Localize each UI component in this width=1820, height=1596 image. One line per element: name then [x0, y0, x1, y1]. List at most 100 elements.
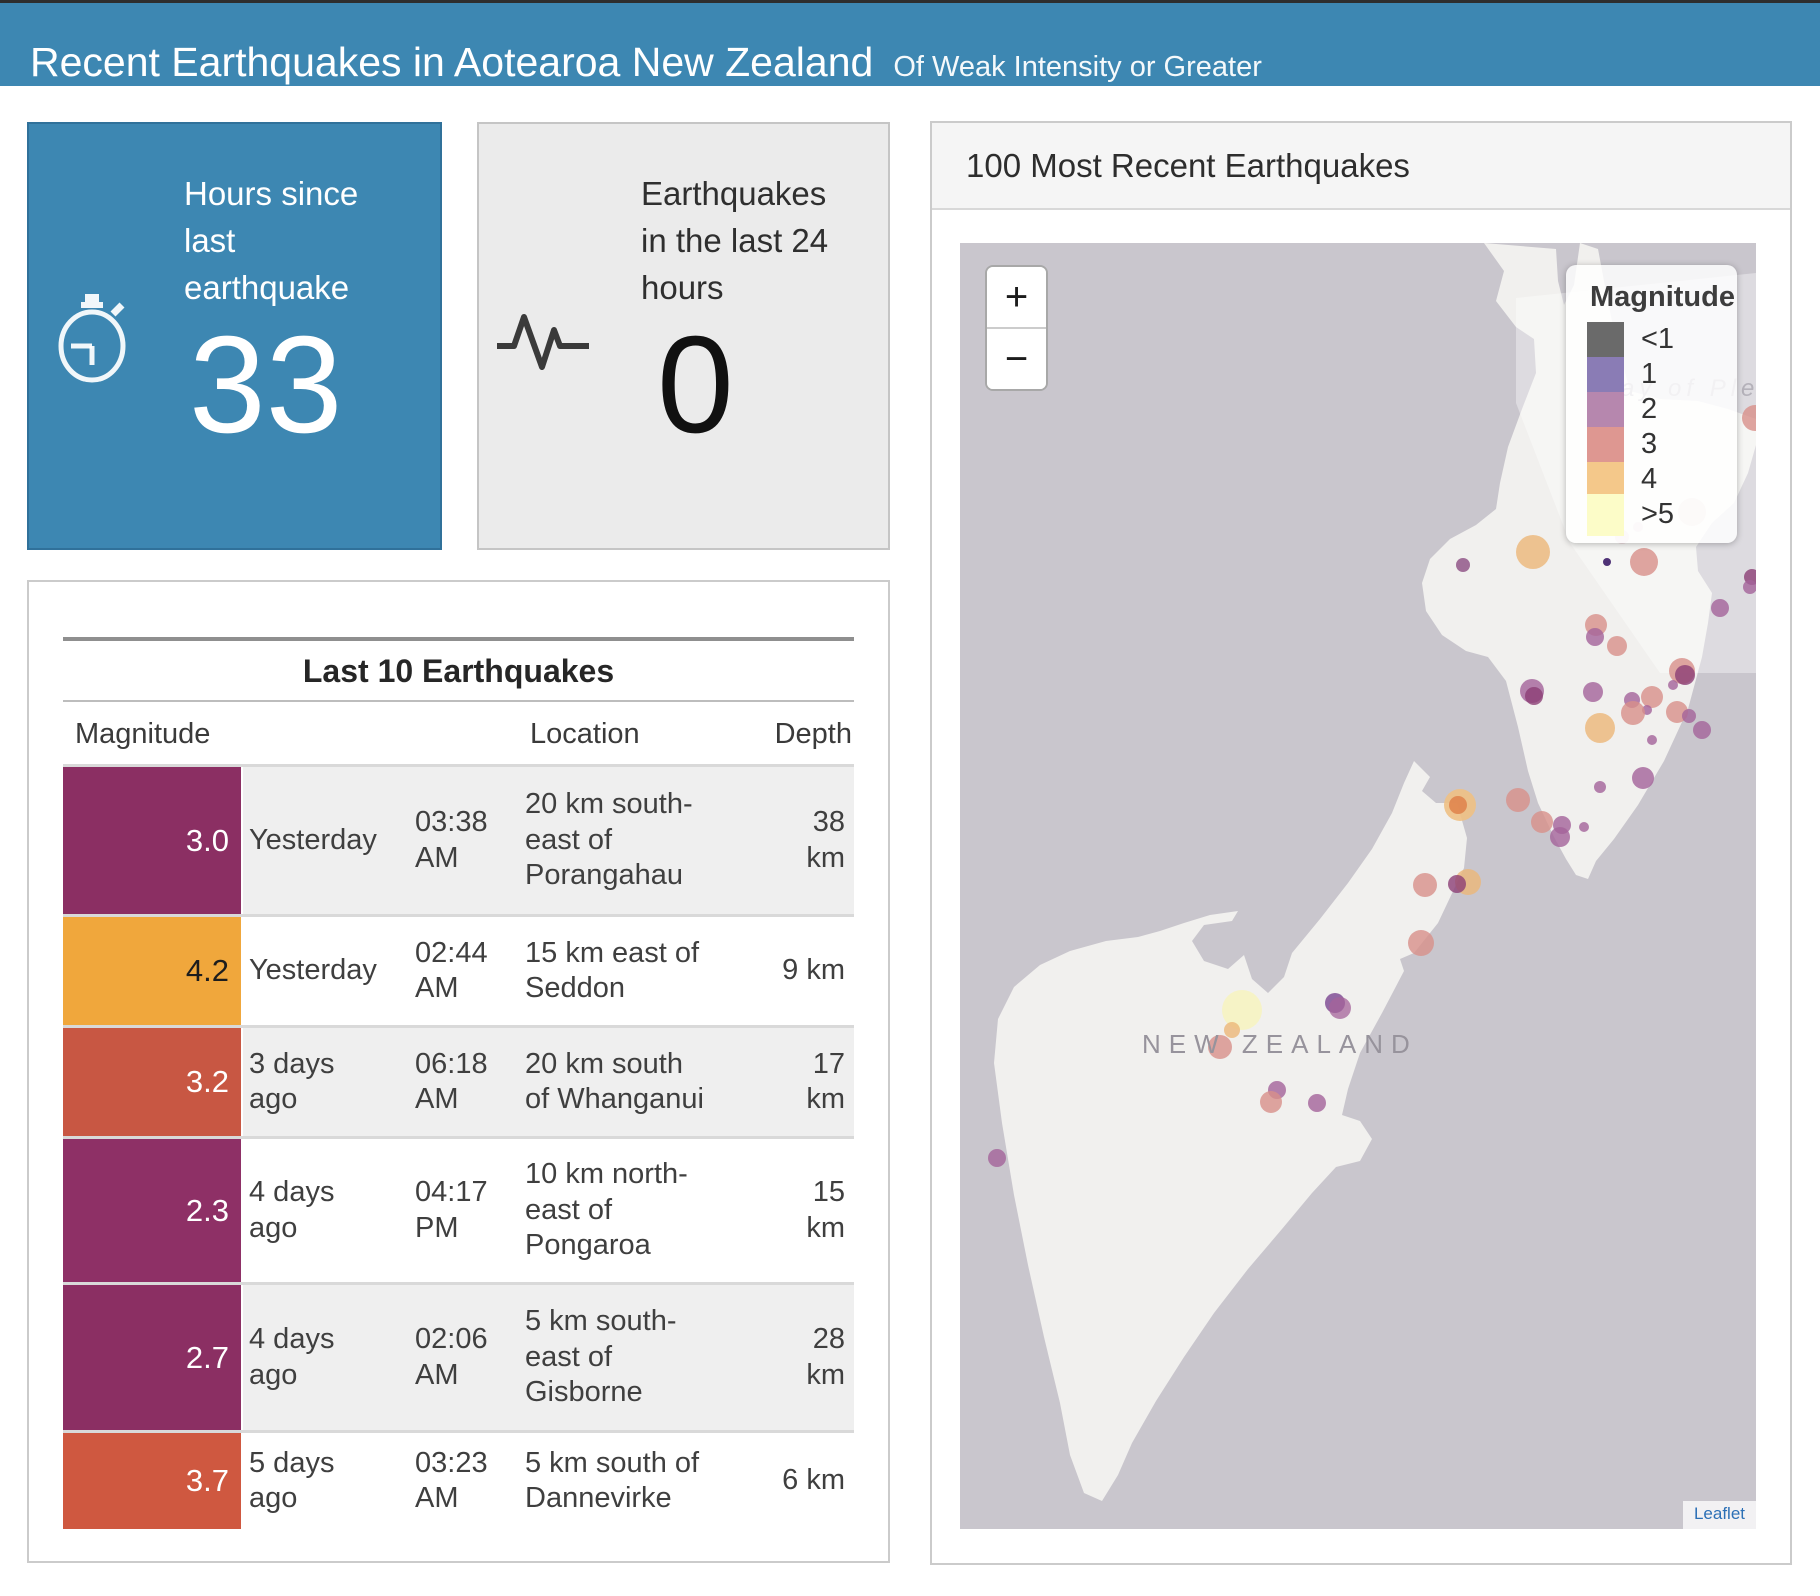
quake-marker[interactable] [1621, 701, 1645, 725]
quake-marker[interactable] [1531, 811, 1553, 833]
quake-marker[interactable] [1675, 665, 1695, 685]
quake-marker[interactable] [1449, 796, 1467, 814]
legend-item: 3 [1587, 427, 1737, 462]
hours-since-label: Hours since last earthquake [184, 170, 389, 312]
recent-earthquakes-map-panel: 100 Most Recent Earthquakes Bay of Plent… [930, 121, 1792, 1565]
last-10-earthquakes-panel: Last 10 Earthquakes Magnitude Location D… [27, 580, 890, 1563]
cell-depth: 38 km [753, 767, 845, 914]
quake-marker[interactable] [1506, 788, 1530, 812]
cell-time: 02:44 AM [415, 917, 525, 1025]
cell-loc: 5 km south of Dannevirke [525, 1433, 753, 1529]
legend-items: <11234>5 [1566, 322, 1737, 532]
zoom-out-button[interactable]: − [987, 329, 1046, 389]
column-header-location: Location [530, 718, 640, 751]
cell-time: 03:38 AM [415, 805, 511, 876]
legend-swatch [1587, 427, 1624, 462]
cell-date: Yesterday [249, 823, 377, 858]
earthquake-dashboard: Recent Earthquakes in Aotearoa New Zeala… [0, 0, 1820, 1596]
cell-time: 04:17 PM [415, 1175, 511, 1246]
cell-date: 3 days ago [243, 1028, 415, 1136]
quake-marker[interactable] [1516, 535, 1550, 569]
cell-depth: 17 km [753, 1028, 845, 1136]
legend-label: 4 [1641, 463, 1657, 496]
quake-marker[interactable] [1550, 827, 1570, 847]
cell-date: 4 days ago [243, 1285, 415, 1430]
cell-time: 03:23 AM [415, 1446, 511, 1517]
quake-marker[interactable] [1693, 721, 1711, 739]
cell-time: 06:18 AM [415, 1047, 511, 1118]
cell-mag: 3.7 [63, 1433, 243, 1529]
legend-label: <1 [1641, 323, 1674, 356]
cell-time: 04:17 PM [415, 1139, 525, 1282]
quake-marker[interactable] [1408, 930, 1434, 956]
cell-date: Yesterday [243, 917, 415, 1025]
page-subtitle: Of Weak Intensity or Greater [893, 51, 1262, 84]
cell-time: 02:44 AM [415, 936, 511, 1007]
seismic-pulse-icon [497, 310, 589, 379]
earthquake-row: 3.7 5 days ago 03:23 AM5 km south of Danne… [63, 1430, 854, 1529]
cell-depth: 9 km [782, 953, 845, 988]
leaflet-link[interactable]: Leaflet [1694, 1504, 1745, 1523]
column-header-depth: Depth [775, 718, 852, 751]
quake-marker[interactable] [1585, 713, 1615, 743]
leaflet-map[interactable]: Bay of Plenty NEW ZEALAND + − Magnitude … [960, 243, 1756, 1529]
magnitude-legend: Magnitude <11234>5 [1566, 265, 1737, 543]
cell-mag: 2.3 [63, 1139, 243, 1282]
earthquake-row: 4.2Yesterday02:44 AM15 km east of Seddon… [63, 914, 854, 1025]
cell-loc: 5 km south-east of Gisborne [525, 1304, 707, 1410]
earthquake-rows: 3.0Yesterday03:38 AM20 km south-east of … [63, 764, 854, 1529]
earthquake-row: 2.74 days ago02:06 AM5 km south-east of … [63, 1282, 854, 1430]
quake-marker[interactable] [1413, 873, 1437, 897]
map-zoom-control: + − [985, 265, 1048, 391]
cell-loc: 20 km south of Whanganui [525, 1047, 707, 1118]
cell-depth: 17 km [777, 1047, 845, 1118]
cell-date: 3 days ago [249, 1047, 375, 1118]
quake-marker[interactable] [988, 1149, 1006, 1167]
legend-label: 1 [1641, 358, 1657, 391]
quake-marker[interactable] [1583, 682, 1603, 702]
cell-time: 02:06 AM [415, 1322, 511, 1393]
cell-mag: 3.7 [186, 1462, 229, 1500]
cell-date: 4 days ago [243, 1139, 415, 1282]
quake-marker[interactable] [1603, 558, 1611, 566]
quake-marker[interactable] [1647, 735, 1657, 745]
quake-marker[interactable] [1682, 709, 1696, 723]
cell-date: 5 days ago [243, 1433, 415, 1529]
stopwatch-icon [55, 292, 131, 389]
quake-marker[interactable] [1632, 767, 1654, 789]
app-header: Recent Earthquakes in Aotearoa New Zeala… [0, 3, 1820, 86]
cell-time: 03:23 AM [415, 1433, 525, 1529]
cell-loc: 20 km south-east of Porangahau [525, 787, 707, 893]
card-earthquakes-last-24-hours: Earthquakes in the last 24 hours 0 [477, 122, 890, 550]
cell-mag: 3.0 [63, 767, 243, 914]
last-24h-value: 0 [657, 316, 734, 454]
legend-swatch [1587, 462, 1624, 497]
legend-swatch [1587, 392, 1624, 427]
cell-loc: 20 km south of Whanganui [525, 1028, 753, 1136]
quake-marker[interactable] [1594, 781, 1606, 793]
quake-marker[interactable] [1260, 1091, 1282, 1113]
zoom-in-button[interactable]: + [987, 267, 1046, 329]
quake-marker[interactable] [1630, 548, 1658, 576]
cell-depth: 15 km [753, 1139, 845, 1282]
quake-marker[interactable] [1641, 686, 1663, 708]
quake-marker[interactable] [1668, 680, 1678, 690]
cell-depth: 28 km [777, 1322, 845, 1393]
last-24h-label: Earthquakes in the last 24 hours [641, 170, 856, 312]
cell-depth: 6 km [753, 1433, 845, 1529]
quake-marker[interactable] [1607, 636, 1627, 656]
quake-marker[interactable] [1579, 822, 1589, 832]
quake-marker[interactable] [1586, 628, 1604, 646]
legend-item: 2 [1587, 392, 1737, 427]
earthquake-row: 3.23 days ago06:18 AM20 km south of Whan… [63, 1025, 854, 1136]
quake-marker[interactable] [1525, 687, 1543, 705]
cell-mag: 2.7 [63, 1285, 243, 1430]
quake-marker[interactable] [1456, 558, 1470, 572]
quake-marker[interactable] [1329, 997, 1351, 1019]
quake-marker[interactable] [1711, 599, 1729, 617]
cell-date: 5 days ago [249, 1446, 375, 1517]
earthquake-row: 2.34 days ago04:17 PM10 km north-east of… [63, 1136, 854, 1282]
quake-marker[interactable] [1448, 875, 1466, 893]
quake-marker[interactable] [1308, 1094, 1326, 1112]
cell-mag: 2.3 [186, 1192, 229, 1230]
